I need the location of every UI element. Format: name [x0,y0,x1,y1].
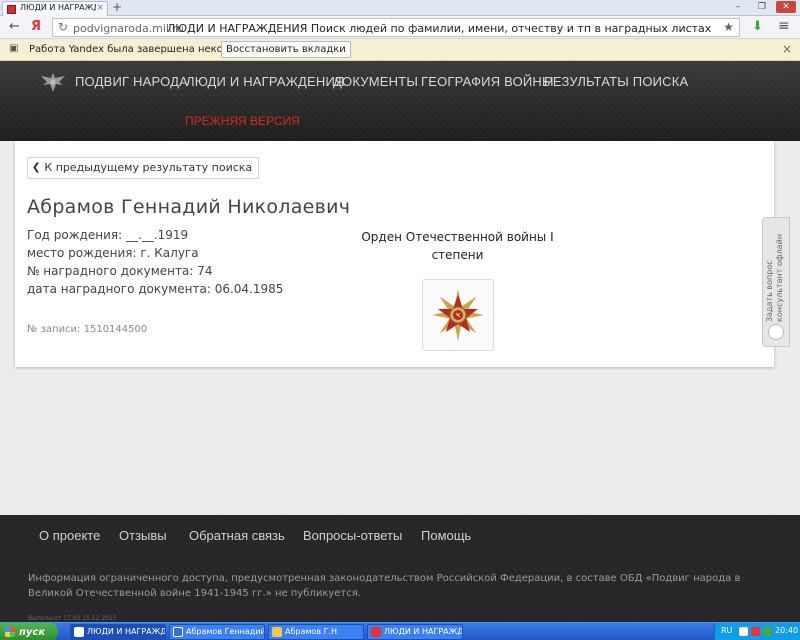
site-favicon-icon [371,627,381,637]
address-page-title: ЛЮДИ И НАГРАЖДЕНИЯ Поиск людей по фамили… [167,22,712,35]
taskbar-item-folder[interactable]: Абрамов Г.Н [268,624,364,640]
chevron-left-icon: ❮ [32,162,41,173]
nav-documents[interactable]: ДОКУМЕНТЫ [333,74,418,89]
tab-close-icon[interactable]: × [96,3,104,13]
record-number: № записи: 1510144500 [27,324,148,335]
award-title[interactable]: Орден Отечественной войны I степени [355,228,560,264]
award-doc-date: дата наградного документа: 06.04.1985 [27,282,284,296]
reload-icon[interactable]: ↻ [58,20,68,34]
person-name: Абрамов Геннадий Николаевич [27,196,351,218]
tray-app-icon[interactable] [739,627,748,636]
footer-link-faq[interactable]: Вопросы-ответы [303,528,402,543]
tab-title: ЛЮДИ И НАГРАЖДЕНИЯ [20,3,96,12]
order-patriotic-war-image[interactable] [422,279,494,351]
yandex-logo-icon[interactable]: Я [31,19,41,34]
back-arrow-icon[interactable]: ← [9,19,20,34]
footer-link-about[interactable]: О проекте [39,528,100,543]
nav-war-geography[interactable]: ГЕОГРАФИЯ ВОЙНЫ [421,74,554,89]
infobar-close-icon[interactable]: × [782,42,792,56]
site-footer: О проекте Отзывы Обратная связь Вопросы-… [0,515,800,622]
eagle-emblem-icon[interactable] [38,70,68,96]
record-card: ❮ К предыдущему результату поиска Абрамо… [15,141,774,367]
system-tray: RU 20:40 [714,623,800,640]
birth-year: Год рождения: __.__.1919 [27,228,189,242]
nav-previous-version[interactable]: ПРЕЖНЯЯ ВЕРСИЯ [185,114,300,128]
taskbar-item-word-doc[interactable]: Абрамов Геннадий ... [169,624,265,640]
bookmark-star-icon[interactable]: ★ [723,20,734,34]
maximize-button[interactable]: ❐ [752,1,772,13]
document-icon [173,627,183,637]
windows-logo-icon [5,627,15,637]
chat-icon [768,324,784,340]
footer-link-help[interactable]: Помощь [421,528,471,543]
back-to-results-button[interactable]: ❮ К предыдущему результату поиска [27,157,260,179]
restore-tabs-button[interactable]: Восстановить вкладки [221,41,351,58]
order-star-icon [432,289,484,341]
ask-question-label: Задать вопрос консультант офлайн [765,233,784,322]
site-favicon-icon [7,5,16,14]
site-header: ПОДВИГ НАРОДА ЛЮДИ И НАГРАЖДЕНИЯ ДОКУМЕН… [0,61,800,141]
browser-tab-strip: ЛЮДИ И НАГРАЖДЕНИЯ × + – ❐ ✕ [0,0,800,16]
download-icon[interactable]: ⬇ [752,19,763,34]
back-to-results-label: К предыдущему результату поиска [44,161,253,174]
taskbar-item-browser-2[interactable]: ЛЮДИ И НАГРАЖДЕ... [367,624,463,640]
ask-question-widget[interactable]: Задать вопрос консультант офлайн [762,217,790,347]
new-tab-button[interactable]: + [112,0,122,14]
browser-tab[interactable]: ЛЮДИ И НАГРАЖДЕНИЯ × [2,1,108,16]
start-button[interactable]: пуск [0,623,58,640]
minimize-button[interactable]: – [728,1,748,13]
birth-place: место рождения: г. Калуга [27,246,199,260]
windows-taskbar: пуск ЛЮДИ И НАГРАЖДЕ... Абрамов Геннадий… [0,622,800,640]
window-controls: – ❐ ✕ [728,1,796,13]
folder-icon [272,627,282,637]
nav-podvig-naroda[interactable]: ПОДВИГ НАРОДА [75,74,188,89]
nav-people-awards[interactable]: ЛЮДИ И НАГРАЖДЕНИЯ [186,74,345,89]
taskbar-item-browser[interactable]: ЛЮДИ И НАГРАЖДЕ... [70,624,166,640]
tray-clock[interactable]: 20:40 [775,626,798,635]
warning-icon: ▣ [9,43,19,54]
language-indicator[interactable]: RU [721,626,732,635]
browser-menu-icon[interactable]: ≡ [778,18,790,34]
footer-link-feedback[interactable]: Обратная связь [189,528,285,543]
nav-search-results[interactable]: РЕЗУЛЬТАТЫ ПОИСКА [544,74,688,89]
start-label: пуск [19,626,46,638]
crash-infobar: ▣ Работа Yandex была завершена некоррект… [0,39,800,61]
tray-media-icon[interactable] [751,627,760,636]
browser-toolbar: ← Я ↻ podvignaroda.mil.ru ЛЮДИ И НАГРАЖД… [0,16,800,39]
address-bar[interactable]: ↻ podvignaroda.mil.ru ЛЮДИ И НАГРАЖДЕНИЯ… [52,18,740,37]
tray-network-icon[interactable] [763,627,772,636]
close-window-button[interactable]: ✕ [776,1,796,13]
footer-link-reviews[interactable]: Отзывы [119,528,167,543]
footer-notice: Информация ограниченного доступа, предус… [28,573,741,599]
award-doc-number: № наградного документа: 74 [27,264,213,278]
yandex-browser-icon [74,627,84,637]
footer-small-print: Выполн.от 17.03.15 12.2015 [28,615,117,622]
